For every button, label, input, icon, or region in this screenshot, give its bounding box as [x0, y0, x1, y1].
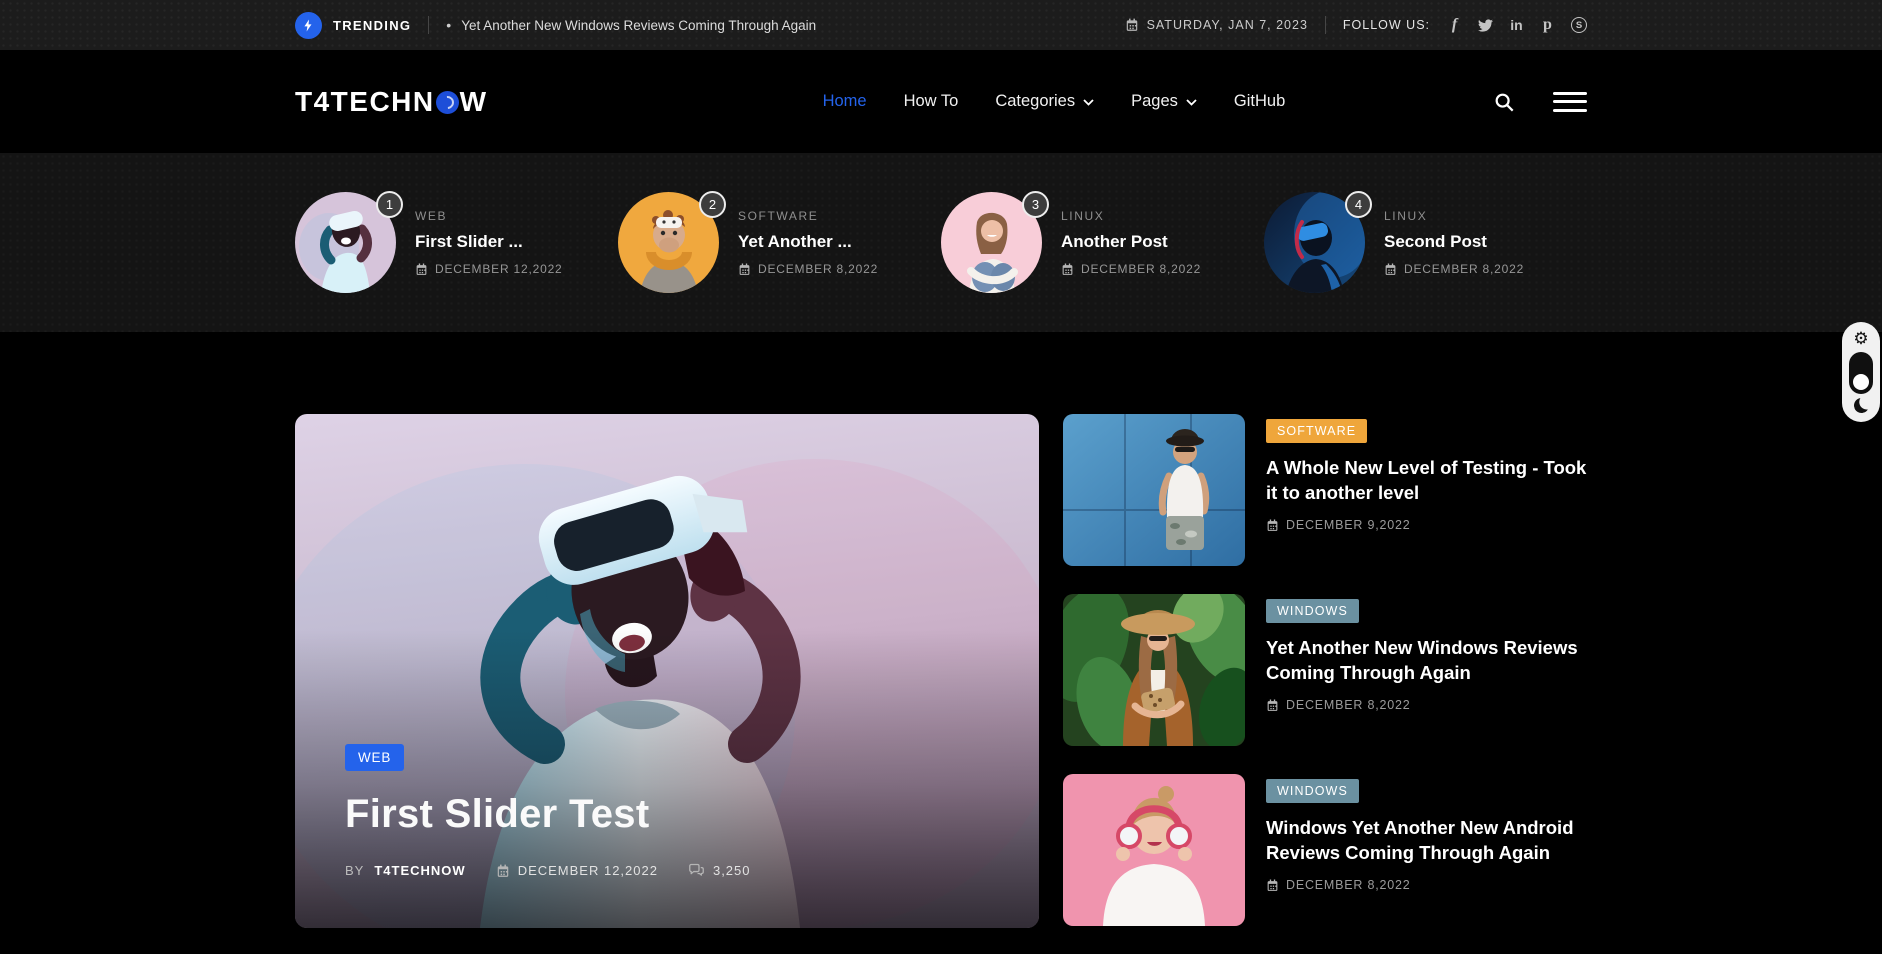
logo-text-prefix: T4TECHN — [295, 86, 435, 118]
nav-item-pages[interactable]: Pages — [1131, 92, 1197, 111]
logo-text-suffix: W — [460, 86, 488, 118]
hero-post-title[interactable]: First Slider Test — [345, 792, 999, 837]
main-content: WEB First Slider Test BY T4TECHNOW DECEM… — [295, 414, 1587, 954]
post-date: DECEMBER 8,2022 — [1061, 262, 1201, 276]
ticker-bullet: • — [446, 17, 451, 33]
post-title[interactable]: Another Post — [1061, 232, 1201, 252]
post-category: WEB — [415, 209, 563, 223]
category-badge[interactable]: WINDOWS — [1266, 779, 1359, 803]
rank-badge: 2 — [699, 191, 726, 218]
post-title[interactable]: Yet Another ... — [738, 232, 878, 252]
post-category: LINUX — [1061, 209, 1201, 223]
pinterest-icon[interactable]: p — [1540, 16, 1555, 34]
category-badge[interactable]: SOFTWARE — [1266, 419, 1367, 443]
theme-widget: ⚙ — [1842, 322, 1880, 422]
sidebar-post-1-thumbnail[interactable] — [1063, 414, 1245, 566]
hero-comments[interactable]: 3,250 — [688, 862, 751, 879]
trending-post-1: 1 WEB First Slider ... DECEMBER 12,2022 — [295, 192, 618, 293]
sidebar-post-3: WINDOWS Windows Yet Another New Android … — [1063, 774, 1587, 926]
gear-icon[interactable]: ⚙ — [1853, 331, 1868, 348]
hero-slider[interactable]: WEB First Slider Test BY T4TECHNOW DECEM… — [295, 414, 1039, 928]
sidebar-post-2-thumbnail[interactable] — [1063, 594, 1245, 746]
follow-us-label: FOLLOW US: — [1343, 18, 1430, 32]
topbar-divider — [1325, 16, 1326, 34]
post-title[interactable]: Yet Another New Windows Reviews Coming T… — [1266, 636, 1587, 685]
main-navigation: Home How To Categories Pages GitHub — [823, 92, 1286, 111]
post-category: SOFTWARE — [738, 209, 878, 223]
news-ticker[interactable]: • Yet Another New Windows Reviews Coming… — [446, 17, 816, 33]
sidebar-post-3-thumbnail[interactable] — [1063, 774, 1245, 926]
calendar-icon — [738, 263, 751, 276]
hero-meta: BY T4TECHNOW DECEMBER 12,2022 3,250 — [345, 862, 999, 879]
sidebar-post-1: SOFTWARE A Whole New Level of Testing - … — [1063, 414, 1587, 566]
trending-label: TRENDING — [333, 18, 411, 33]
post-date: DECEMBER 8,2022 — [1266, 698, 1587, 712]
trending-post-4: 4 LINUX Second Post DECEMBER 8,2022 — [1264, 192, 1587, 293]
trending-lightning-icon — [295, 12, 322, 39]
calendar-icon — [415, 263, 428, 276]
skype-glyph: S — [1571, 17, 1587, 33]
dark-mode-toggle[interactable] — [1849, 352, 1873, 394]
post-title[interactable]: Second Post — [1384, 232, 1524, 252]
calendar-icon — [1266, 879, 1279, 892]
post-category: LINUX — [1384, 209, 1524, 223]
search-icon[interactable] — [1493, 91, 1515, 113]
nav-item-home[interactable]: Home — [823, 92, 867, 111]
sidebar-post-2: WINDOWS Yet Another New Windows Reviews … — [1063, 594, 1587, 746]
trending-post-3-thumbnail[interactable]: 3 — [941, 192, 1042, 293]
calendar-icon — [1266, 699, 1279, 712]
trending-post-4-thumbnail[interactable]: 4 — [1264, 192, 1365, 293]
chevron-down-icon — [1186, 92, 1197, 111]
post-date: DECEMBER 12,2022 — [415, 262, 563, 276]
hamburger-menu-icon[interactable] — [1553, 86, 1587, 117]
current-date: SATURDAY, JAN 7, 2023 — [1125, 18, 1308, 32]
trending-strip: 1 WEB First Slider ... DECEMBER 12,2022 — [0, 153, 1882, 332]
moon-icon[interactable] — [1852, 396, 1870, 414]
trending-post-3: 3 LINUX Another Post DECEMBER 8,2022 — [941, 192, 1264, 293]
topbar-divider — [428, 16, 429, 34]
rank-badge: 4 — [1345, 191, 1372, 218]
nav-item-how-to[interactable]: How To — [904, 92, 959, 111]
trending-post-2-thumbnail[interactable]: 2 — [618, 192, 719, 293]
social-links: f in p S — [1447, 16, 1587, 34]
calendar-icon — [1125, 18, 1139, 32]
hero-category-badge[interactable]: WEB — [345, 744, 404, 771]
post-title[interactable]: First Slider ... — [415, 232, 563, 252]
twitter-icon[interactable] — [1478, 18, 1493, 33]
post-date: DECEMBER 9,2022 — [1266, 518, 1587, 532]
category-badge[interactable]: WINDOWS — [1266, 599, 1359, 623]
date-text: SATURDAY, JAN 7, 2023 — [1147, 18, 1308, 32]
nav-item-categories[interactable]: Categories — [995, 92, 1094, 111]
chevron-down-icon — [1083, 92, 1094, 111]
sidebar-post-list: SOFTWARE A Whole New Level of Testing - … — [1063, 414, 1587, 954]
topbar: TRENDING • Yet Another New Windows Revie… — [0, 0, 1882, 50]
calendar-icon — [1266, 519, 1279, 532]
post-date: DECEMBER 8,2022 — [1266, 878, 1587, 892]
post-date: DECEMBER 8,2022 — [1384, 262, 1524, 276]
ticker-text[interactable]: Yet Another New Windows Reviews Coming T… — [461, 18, 816, 33]
trending-post-2: 2 SOFTWARE Yet Another ... DECEMBER 8,20… — [618, 192, 941, 293]
rank-badge: 3 — [1022, 191, 1049, 218]
facebook-icon[interactable]: f — [1447, 16, 1462, 34]
comments-icon — [688, 862, 705, 879]
hero-date: DECEMBER 12,2022 — [496, 863, 658, 878]
post-title[interactable]: A Whole New Level of Testing - Took it t… — [1266, 456, 1587, 505]
post-title[interactable]: Windows Yet Another New Android Reviews … — [1266, 816, 1587, 865]
hero-author[interactable]: BY T4TECHNOW — [345, 863, 466, 878]
calendar-icon — [1384, 263, 1397, 276]
nav-item-github[interactable]: GitHub — [1234, 92, 1285, 111]
site-header: T4TECHN W Home How To Categories Pages Gi… — [0, 50, 1882, 153]
rank-badge: 1 — [376, 191, 403, 218]
skype-icon[interactable]: S — [1571, 17, 1587, 33]
logo-globe-icon — [436, 91, 459, 114]
linkedin-icon[interactable]: in — [1509, 17, 1524, 33]
site-logo[interactable]: T4TECHN W — [295, 86, 488, 118]
calendar-icon — [1061, 263, 1074, 276]
calendar-icon — [496, 864, 510, 878]
trending-post-1-thumbnail[interactable]: 1 — [295, 192, 396, 293]
post-date: DECEMBER 8,2022 — [738, 262, 878, 276]
toggle-knob — [1853, 374, 1869, 390]
